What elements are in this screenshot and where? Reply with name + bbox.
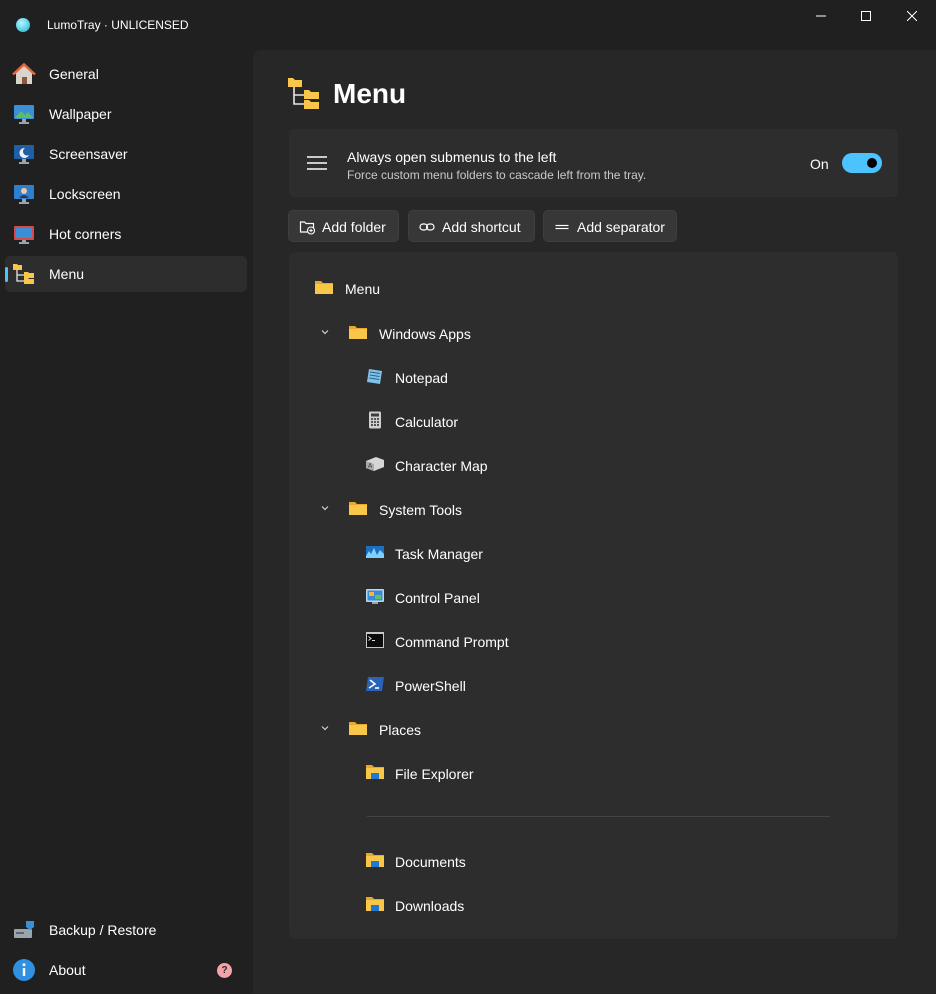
- chevron-down-icon[interactable]: [319, 326, 331, 338]
- add-folder-label: Add folder: [322, 219, 386, 235]
- tree-node-label: Command Prompt: [395, 634, 509, 650]
- calculator-icon: [369, 411, 381, 429]
- documents-folder-icon: [366, 853, 384, 867]
- add-folder-button[interactable]: Add folder: [288, 210, 399, 242]
- sidebar-item-label: About: [49, 962, 86, 978]
- sidebar-item-label: Backup / Restore: [49, 922, 157, 938]
- character-map-icon: A: [366, 457, 384, 471]
- powershell-icon: [366, 677, 384, 691]
- sidebar-item-label: Screensaver: [49, 146, 128, 162]
- maximize-button[interactable]: [843, 0, 889, 32]
- folder-icon: [315, 281, 333, 294]
- sidebar-item-about[interactable]: About ?: [5, 952, 247, 988]
- link-icon: [419, 223, 435, 231]
- sidebar-item-hot-corners[interactable]: Hot corners: [5, 216, 247, 252]
- add-shortcut-label: Add shortcut: [442, 219, 521, 235]
- sidebar-item-menu[interactable]: Menu: [5, 256, 247, 292]
- sidebar-item-backup-restore[interactable]: Backup / Restore: [5, 912, 247, 948]
- wallpaper-icon: [14, 105, 34, 124]
- screensaver-icon: [14, 145, 34, 164]
- file-explorer-icon: [366, 765, 384, 779]
- setting-title: Always open submenus to the left: [347, 149, 557, 165]
- tree-node-label: Documents: [395, 854, 466, 870]
- hamburger-icon: [307, 156, 327, 170]
- backup-icon: [14, 921, 34, 938]
- tree-node-label: Task Manager: [395, 546, 483, 562]
- home-icon: [12, 62, 36, 84]
- minimize-icon: [816, 15, 826, 17]
- setting-description: Force custom menu folders to cascade lef…: [347, 168, 647, 182]
- folder-icon: [349, 722, 367, 735]
- separator-icon: [555, 224, 569, 230]
- lockscreen-icon: [14, 185, 34, 204]
- tree-node-label: Character Map: [395, 458, 488, 474]
- folder-icon: [349, 326, 367, 339]
- toggle-state-label: On: [810, 156, 829, 172]
- tree-node-label: Windows Apps: [379, 326, 471, 342]
- tree-node-label: Places: [379, 722, 422, 738]
- tree-node-label: File Explorer: [395, 766, 474, 782]
- setting-card-submenus-left: Always open submenus to the left Force c…: [289, 129, 898, 197]
- command-prompt-icon: [366, 632, 384, 648]
- submenus-left-toggle[interactable]: [842, 153, 882, 173]
- add-separator-button[interactable]: Add separator: [543, 210, 677, 242]
- app-logo-icon: [16, 18, 30, 32]
- tree-node-label: Notepad: [395, 370, 448, 386]
- sidebar-item-lockscreen[interactable]: Lockscreen: [5, 176, 247, 212]
- sidebar-item-label: Wallpaper: [49, 106, 112, 122]
- toggle-knob: [867, 158, 877, 168]
- info-icon: [13, 959, 35, 981]
- chevron-down-icon[interactable]: [319, 502, 331, 514]
- tree-node-label: Downloads: [395, 898, 465, 914]
- title-bar: LumoTray · UNLICENSED: [0, 0, 936, 50]
- folder-icon: [349, 502, 367, 515]
- sidebar-item-label: Lockscreen: [49, 186, 121, 202]
- minimize-button[interactable]: [798, 0, 844, 32]
- hot-corners-icon: [14, 226, 34, 244]
- sidebar-item-general[interactable]: General: [5, 56, 247, 92]
- tree-node-label: PowerShell: [395, 678, 466, 694]
- selection-indicator: [5, 267, 8, 282]
- sidebar-item-wallpaper[interactable]: Wallpaper: [5, 96, 247, 132]
- page-title: Menu: [333, 78, 407, 109]
- add-folder-icon: [299, 221, 315, 235]
- task-manager-icon: [366, 546, 384, 558]
- maximize-icon: [861, 11, 871, 21]
- notification-badge: ?: [217, 963, 232, 978]
- add-separator-label: Add separator: [577, 219, 665, 235]
- notepad-icon: [367, 369, 382, 384]
- chevron-down-icon[interactable]: [319, 722, 331, 734]
- tree-node-label: Calculator: [395, 414, 459, 430]
- tree-node-label: Control Panel: [395, 590, 480, 606]
- tree-node-label: Menu: [345, 281, 381, 297]
- sidebar-item-screensaver[interactable]: Screensaver: [5, 136, 247, 172]
- menu-tree-icon: [13, 264, 34, 284]
- close-button[interactable]: [889, 0, 935, 32]
- sidebar-item-label: Hot corners: [49, 226, 122, 242]
- menu-separator[interactable]: [367, 816, 830, 817]
- control-panel-icon: [366, 589, 384, 604]
- close-icon: [907, 11, 917, 21]
- sidebar-item-label: Menu: [49, 266, 85, 282]
- tree-node-label: System Tools: [379, 502, 462, 518]
- downloads-folder-icon: [366, 897, 384, 911]
- menu-tree-icon: [288, 78, 319, 109]
- add-shortcut-button[interactable]: Add shortcut: [408, 210, 535, 242]
- app-title: LumoTray · UNLICENSED: [47, 18, 189, 32]
- sidebar-item-label: General: [49, 66, 99, 82]
